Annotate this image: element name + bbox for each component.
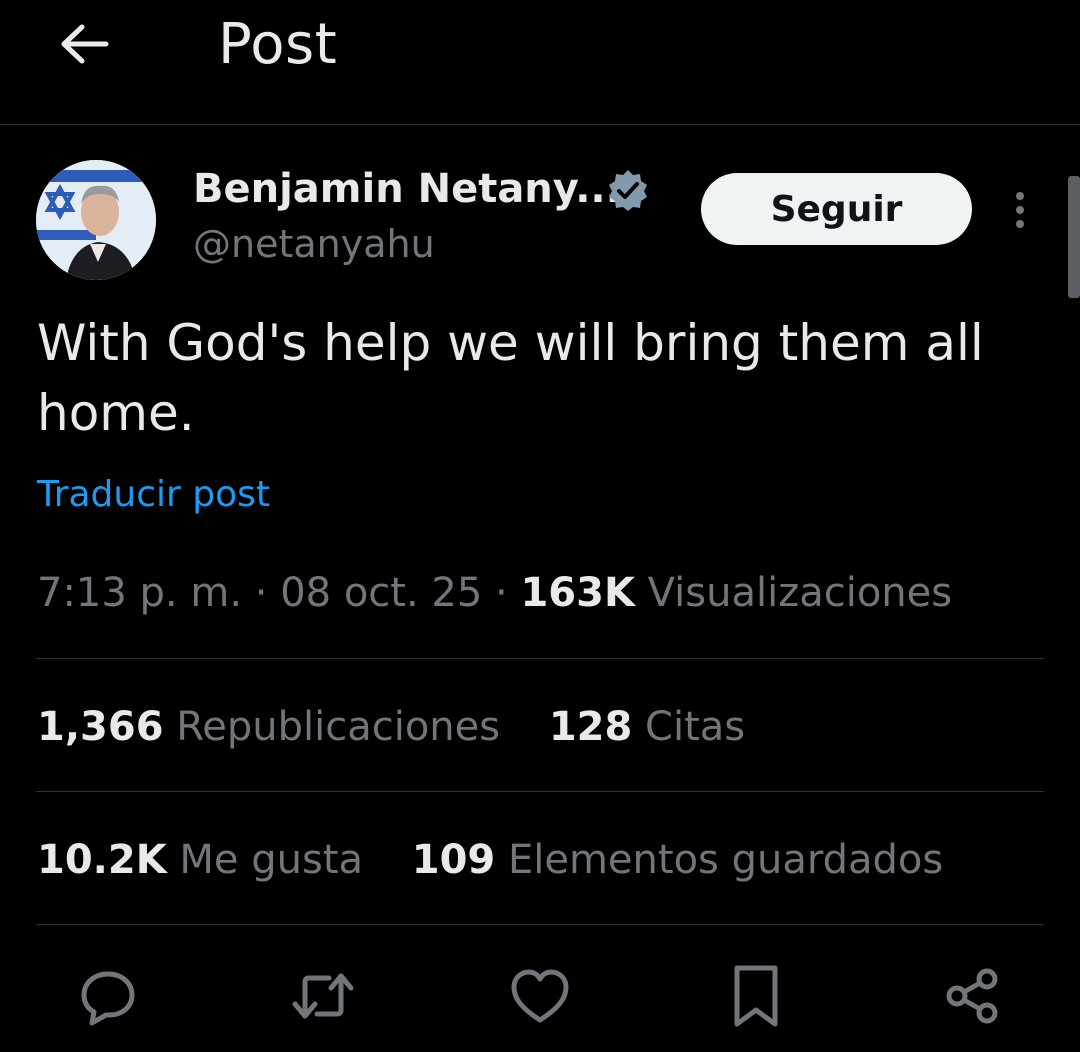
repost-icon <box>292 973 354 1019</box>
bookmark-icon <box>734 965 778 1027</box>
post-meta: 7:13 p. m. · 08 oct. 25 · 163K Visualiza… <box>37 570 952 616</box>
stats-row-likes: 10.2K Me gusta 109 Elementos guardados <box>37 837 979 883</box>
views-count: 163K <box>520 570 635 616</box>
stats-row-reposts: 1,366 Republicaciones 128 Citas <box>37 704 781 750</box>
bookmarks-label: Elementos guardados <box>507 837 944 883</box>
meta-separator: · <box>495 570 508 616</box>
verified-badge-icon <box>609 170 647 211</box>
bookmarks-count: 109 <box>411 837 496 883</box>
like-button[interactable] <box>508 964 572 1028</box>
action-bar <box>0 960 1080 1036</box>
post-date[interactable]: 08 oct. 25 <box>280 570 482 616</box>
author-name[interactable]: Benjamin Netany... <box>193 166 621 212</box>
bookmarks-stat[interactable]: 109 Elementos guardados <box>412 837 943 883</box>
reposts-stat[interactable]: 1,366 Republicaciones <box>37 704 500 750</box>
page-title: Post <box>218 12 338 77</box>
reposts-count: 1,366 <box>37 704 164 750</box>
views-label: Visualizaciones <box>647 570 953 616</box>
likes-stat[interactable]: 10.2K Me gusta <box>37 837 363 883</box>
arrow-left-icon <box>61 24 109 64</box>
back-button[interactable] <box>56 16 112 72</box>
repost-button[interactable] <box>291 964 355 1028</box>
reply-icon <box>81 971 135 1026</box>
reply-button[interactable] <box>76 964 140 1028</box>
likes-count: 10.2K <box>37 837 167 883</box>
meta-separator: · <box>254 570 268 616</box>
likes-label: Me gusta <box>179 837 364 883</box>
quotes-label: Citas <box>645 704 746 750</box>
author-handle[interactable]: @netanyahu <box>193 222 435 266</box>
divider <box>36 791 1044 792</box>
divider <box>36 658 1044 659</box>
bookmark-button[interactable] <box>724 964 788 1028</box>
translate-post-link[interactable]: Traducir post <box>37 474 270 515</box>
share-button[interactable] <box>940 964 1004 1028</box>
avatar[interactable] <box>36 160 156 280</box>
reposts-label: Republicaciones <box>176 704 501 750</box>
more-options-icon[interactable] <box>1000 188 1040 232</box>
post-text: With God's help we will bring them all h… <box>37 314 984 442</box>
quotes-stat[interactable]: 128 Citas <box>549 704 745 750</box>
quotes-count: 128 <box>548 704 633 750</box>
divider <box>36 924 1044 925</box>
post-time[interactable]: 7:13 p. m. <box>37 570 242 616</box>
like-icon <box>511 969 569 1023</box>
top-bar: Post <box>0 0 1080 125</box>
avatar-image <box>36 160 156 280</box>
share-icon <box>946 968 998 1024</box>
follow-button[interactable]: Seguir <box>701 173 972 245</box>
scrollbar[interactable] <box>1068 176 1080 298</box>
